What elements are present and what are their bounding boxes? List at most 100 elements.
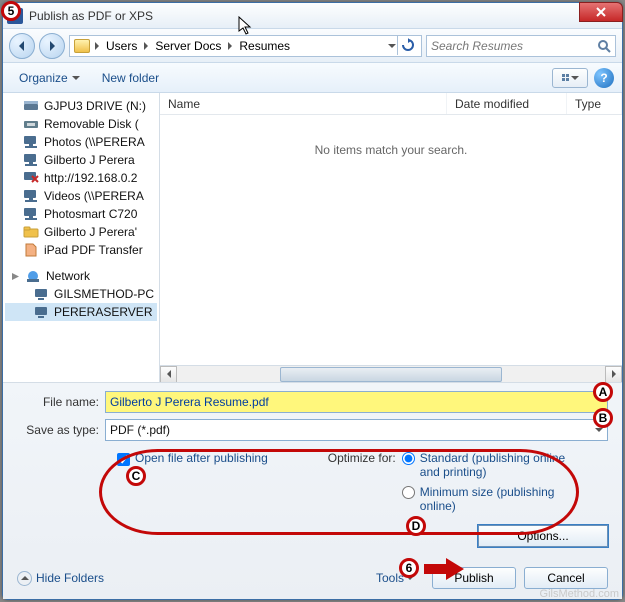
annotation-marker-d: D: [406, 516, 426, 536]
nav-back-button[interactable]: [9, 33, 35, 59]
arrow-left-icon: [16, 40, 28, 52]
refresh-icon: [401, 38, 415, 52]
cursor-icon: [238, 16, 254, 36]
breadcrumb[interactable]: Users Server Docs Resumes: [69, 35, 422, 57]
radio-icon[interactable]: [402, 452, 415, 465]
breadcrumb-item[interactable]: Resumes: [237, 39, 292, 53]
scroll-left-button[interactable]: [160, 366, 177, 383]
open-after-checkbox[interactable]: Open file after publishing: [117, 451, 268, 465]
column-type[interactable]: Type: [567, 93, 622, 114]
empty-message: No items match your search.: [160, 143, 622, 157]
filename-input[interactable]: [105, 391, 608, 413]
annotation-marker-c: C: [126, 466, 146, 486]
optimize-label: Optimize for:: [328, 451, 396, 519]
chevron-down-icon: [72, 75, 80, 81]
annotation-arrow: [424, 558, 464, 580]
tree-item[interactable]: Photos (\\PERERA: [5, 133, 157, 151]
network-share-icon: [23, 207, 39, 221]
expand-icon[interactable]: [11, 272, 20, 281]
arrow-right-icon: [46, 40, 58, 52]
refresh-button[interactable]: [397, 35, 417, 55]
organize-button[interactable]: Organize: [11, 68, 88, 88]
file-icon: [23, 243, 39, 257]
column-name[interactable]: Name: [160, 93, 447, 114]
network-icon: [25, 269, 41, 283]
filename-row: File name:: [17, 391, 608, 413]
savetype-row: Save as type: PDF (*.pdf): [17, 419, 608, 441]
radio-icon[interactable]: [402, 486, 415, 499]
nav-forward-button[interactable]: [39, 33, 65, 59]
list-header[interactable]: Name Date modified Type: [160, 93, 622, 115]
tree-item[interactable]: GJPU3 DRIVE (N:): [5, 97, 157, 115]
folder-icon: [23, 225, 39, 239]
watermark: GilsMethod.com: [540, 588, 619, 600]
optimize-minimum-radio[interactable]: Minimum size (publishing online): [402, 485, 570, 513]
navbar: Users Server Docs Resumes Search Resumes: [3, 29, 622, 63]
view-mode-button[interactable]: [552, 68, 588, 88]
annotation-marker-a: A: [593, 382, 613, 402]
tree-item[interactable]: iPad PDF Transfer: [5, 241, 157, 259]
scroll-right-button[interactable]: [605, 366, 622, 383]
annotation-step-6: 6: [399, 558, 419, 578]
tree-item[interactable]: Videos (\\PERERA: [5, 187, 157, 205]
folder-tree[interactable]: GJPU3 DRIVE (N:) Removable Disk ( Photos…: [3, 93, 160, 382]
savetype-dropdown[interactable]: PDF (*.pdf): [105, 419, 608, 441]
chevron-right-icon: [141, 35, 151, 57]
help-button[interactable]: ?: [594, 68, 614, 88]
computer-icon: [33, 287, 49, 301]
tree-item[interactable]: http://192.168.0.2: [5, 169, 157, 187]
optimize-standard-radio[interactable]: Standard (publishing online and printing…: [402, 451, 570, 479]
savetype-label: Save as type:: [17, 423, 105, 437]
network-share-icon: [23, 153, 39, 167]
close-button[interactable]: [579, 2, 623, 22]
footer-row: Hide Folders Tools Publish Cancel: [17, 567, 608, 589]
search-icon: [597, 39, 611, 53]
new-folder-button[interactable]: New folder: [94, 68, 167, 88]
filename-label: File name:: [17, 395, 105, 409]
publish-dialog: Publish as PDF or XPS Users Server Docs …: [2, 2, 623, 600]
annotation-marker-b: B: [593, 408, 613, 428]
lower-panel: File name: Save as type: PDF (*.pdf) Ope…: [3, 382, 622, 599]
chevron-right-icon: [92, 35, 102, 57]
hide-folders-button[interactable]: Hide Folders: [17, 571, 104, 586]
tree-item[interactable]: Removable Disk (: [5, 115, 157, 133]
chevron-down-icon: [571, 75, 579, 81]
search-input[interactable]: Search Resumes: [426, 35, 616, 57]
titlebar: Publish as PDF or XPS: [3, 3, 622, 29]
computer-icon: [33, 305, 49, 319]
chevron-up-icon: [17, 571, 32, 586]
chevron-down-icon[interactable]: [387, 35, 397, 57]
column-date[interactable]: Date modified: [447, 93, 567, 114]
options-button[interactable]: Options...: [478, 525, 608, 547]
options-area: Open file after publishing Optimize for:…: [117, 451, 608, 519]
tree-item[interactable]: Gilberto J Perera': [5, 223, 157, 241]
window-title: Publish as PDF or XPS: [29, 9, 153, 23]
tree-network-header[interactable]: Network: [5, 267, 157, 285]
scroll-track[interactable]: [177, 366, 605, 383]
view-grid-icon: [562, 74, 569, 81]
breadcrumb-item[interactable]: Server Docs: [153, 39, 223, 53]
folder-icon: [74, 39, 90, 53]
horizontal-scrollbar[interactable]: [160, 365, 622, 382]
breadcrumb-item[interactable]: Users: [104, 39, 139, 53]
scroll-thumb[interactable]: [280, 367, 503, 382]
drive-icon: [23, 99, 39, 113]
cancel-button[interactable]: Cancel: [524, 567, 608, 589]
network-share-icon: [23, 135, 39, 149]
tree-item-selected[interactable]: PERERASERVER: [5, 303, 157, 321]
search-placeholder: Search Resumes: [431, 39, 523, 53]
checkbox-icon[interactable]: [117, 453, 130, 466]
file-list: Name Date modified Type No items match y…: [160, 93, 622, 382]
removable-disk-icon: [23, 117, 39, 131]
close-icon: [596, 7, 606, 17]
tree-item[interactable]: GILSMETHOD-PC: [5, 285, 157, 303]
tree-item[interactable]: Photosmart C720: [5, 205, 157, 223]
annotation-step-5: 5: [1, 1, 21, 21]
network-share-error-icon: [23, 171, 39, 185]
chevron-right-icon: [225, 35, 235, 57]
toolbar: Organize New folder ?: [3, 63, 622, 93]
network-share-icon: [23, 189, 39, 203]
body: GJPU3 DRIVE (N:) Removable Disk ( Photos…: [3, 93, 622, 382]
help-icon: ?: [600, 71, 607, 85]
tree-item[interactable]: Gilberto J Perera: [5, 151, 157, 169]
